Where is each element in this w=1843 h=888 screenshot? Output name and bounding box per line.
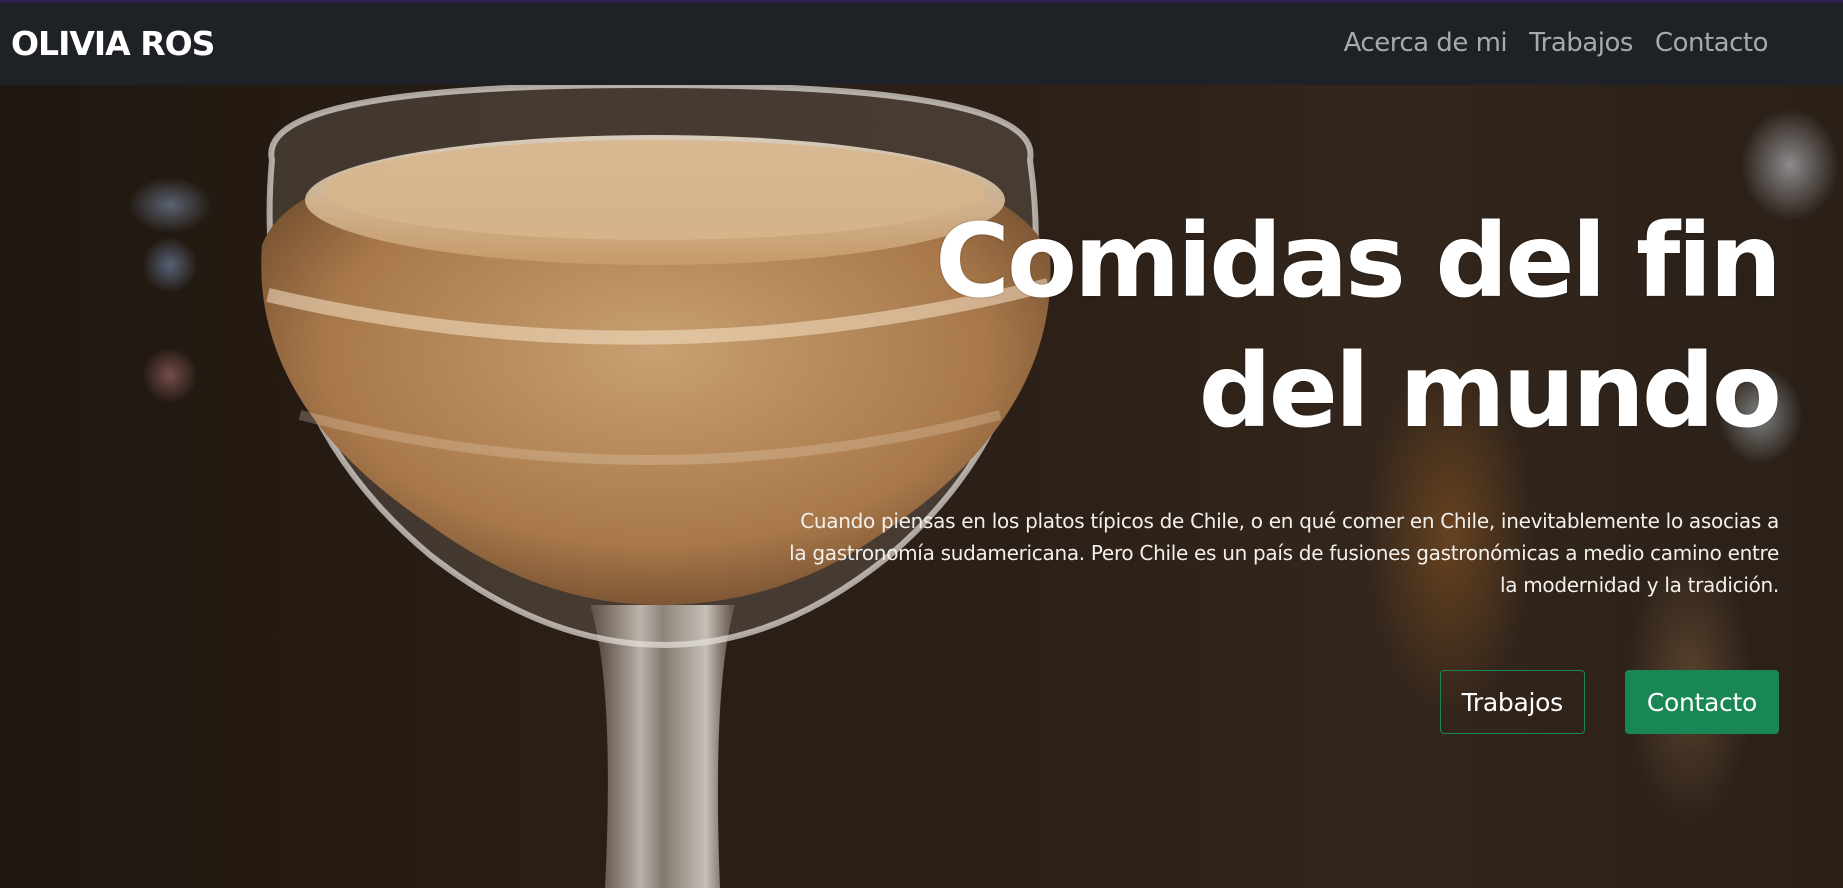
nav-link-works[interactable]: Trabajos bbox=[1529, 30, 1633, 56]
hero-title: Comidas del fin del mundo bbox=[579, 197, 1782, 457]
hero-title-line-1: Comidas del fin bbox=[935, 202, 1782, 321]
hero-description-line-1: Cuando piensas en los platos típicos de … bbox=[800, 509, 1779, 533]
nav-links: Acerca de mi Trabajos Contacto bbox=[1322, 30, 1769, 56]
hero-content: Comidas del fin del mundo Cuando piensas… bbox=[579, 85, 1782, 734]
hero-title-line-2: del mundo bbox=[1198, 332, 1782, 451]
works-button[interactable]: Trabajos bbox=[1439, 670, 1585, 734]
hero-buttons: Trabajos Contacto bbox=[579, 670, 1779, 734]
brand-logo[interactable]: OLIVIA ROS bbox=[11, 27, 215, 60]
nav-link-about[interactable]: Acerca de mi bbox=[1344, 30, 1508, 56]
contact-button[interactable]: Contacto bbox=[1624, 670, 1779, 734]
hero-description-line-3: la modernidad y la tradición. bbox=[1499, 573, 1779, 597]
hero-section: Comidas del fin del mundo Cuando piensas… bbox=[0, 85, 1843, 888]
nav-link-contact[interactable]: Contacto bbox=[1655, 30, 1769, 56]
navbar: OLIVIA ROS Acerca de mi Trabajos Contact… bbox=[0, 3, 1843, 85]
hero-description-line-2: la gastronomía sudamericana. Pero Chile … bbox=[789, 541, 1779, 565]
hero-description: Cuando piensas en los platos típicos de … bbox=[759, 505, 1779, 601]
